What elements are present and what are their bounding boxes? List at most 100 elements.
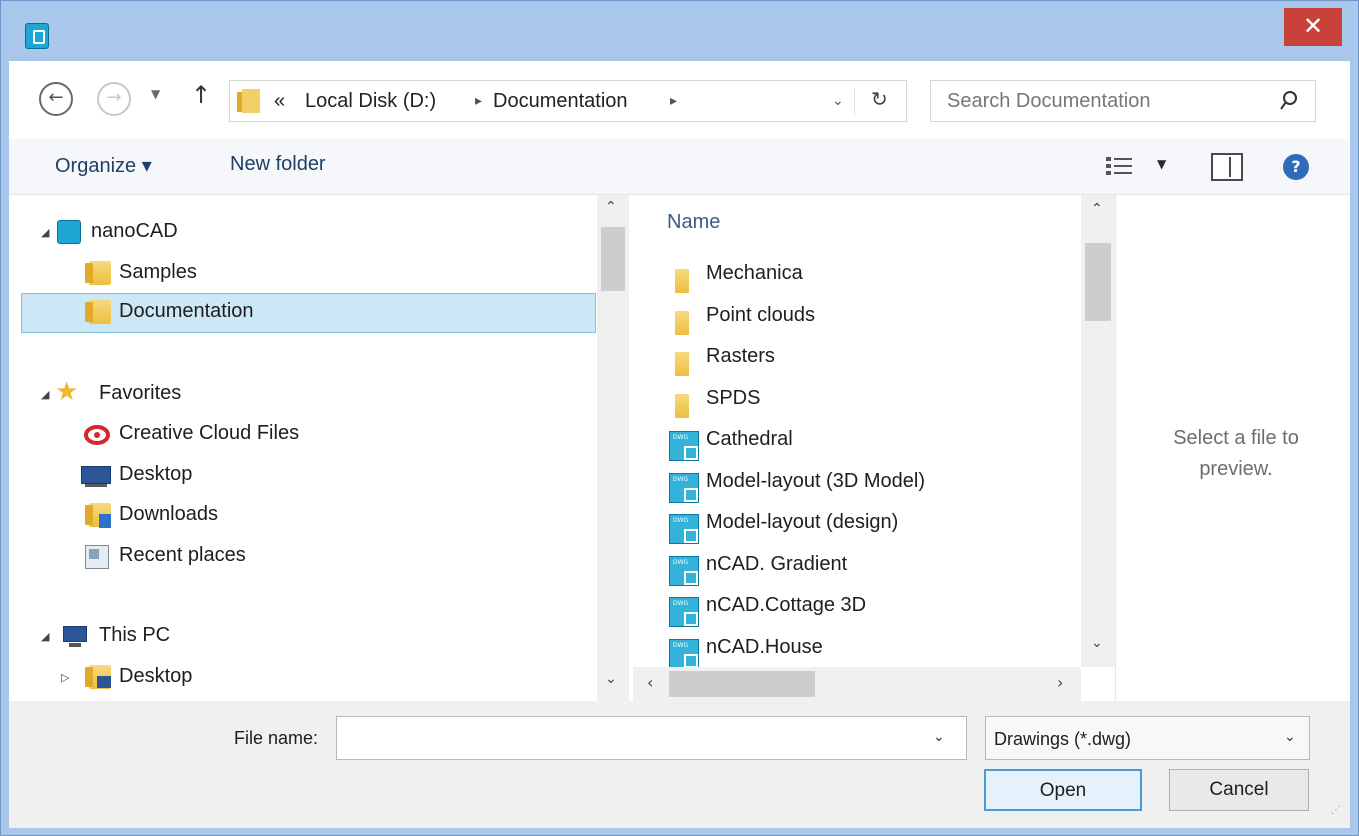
dwg-file-icon xyxy=(665,469,699,503)
tree-label: Downloads xyxy=(119,503,218,525)
tree-label: Desktop xyxy=(119,463,193,485)
file-name: Point clouds xyxy=(706,304,815,326)
tree-item-creative-cloud-files[interactable]: Creative Cloud Files xyxy=(9,415,587,455)
list-item[interactable]: Point clouds xyxy=(663,297,1063,337)
file-name: Cathedral xyxy=(706,428,793,450)
tree-item-this-pc[interactable]: ◢ This PC xyxy=(9,617,587,657)
file-name: Model-layout (design) xyxy=(706,511,899,533)
open-file-dialog: ✕ ← → ▼ ↑ « Local Disk (D:) ▸ Documentat… xyxy=(0,0,1359,836)
divider xyxy=(854,87,855,115)
dwg-file-icon xyxy=(665,510,699,544)
list-item[interactable]: Mechanica xyxy=(663,255,1063,295)
desktop-icon xyxy=(83,664,111,690)
chevron-right-icon[interactable]: ▸ xyxy=(475,93,482,109)
open-button[interactable]: Open xyxy=(984,769,1142,811)
tree-item-documentation[interactable]: Documentation xyxy=(21,293,596,333)
list-item[interactable]: nCAD.Cottage 3D xyxy=(663,587,1063,627)
scroll-right-icon[interactable]: › xyxy=(1057,673,1063,692)
nanocad-app-icon xyxy=(25,23,49,49)
file-type-value: Drawings (*.dwg) xyxy=(994,729,1132,749)
preview-pane-icon[interactable] xyxy=(1211,153,1243,181)
computer-icon xyxy=(59,623,87,649)
recent-locations-dropdown[interactable]: ▼ xyxy=(151,87,160,101)
tree-item-nanocad[interactable]: ◢ nanoCAD xyxy=(9,213,587,253)
scrollbar-thumb[interactable] xyxy=(1085,243,1111,321)
tree-item-samples[interactable]: Samples xyxy=(9,254,587,294)
chevron-down-icon[interactable]: ⌄ xyxy=(933,729,945,745)
file-name: Mechanica xyxy=(706,262,803,284)
scroll-left-icon[interactable]: ‹ xyxy=(647,673,653,692)
forward-button[interactable]: → xyxy=(97,82,131,116)
scroll-down-icon[interactable]: ⌄ xyxy=(1091,635,1103,651)
cancel-button[interactable]: Cancel xyxy=(1169,769,1309,811)
file-name-field[interactable]: ⌄ xyxy=(336,716,967,760)
search-input[interactable]: Search Documentation xyxy=(930,80,1316,122)
tree-label: This PC xyxy=(99,624,171,646)
tree-label: Recent places xyxy=(119,544,246,566)
file-list-vertical-scrollbar[interactable]: ⌃ ⌄ xyxy=(1081,195,1115,667)
address-bar[interactable]: « Local Disk (D:) ▸ Documentation ▸ ⌄ ↻ xyxy=(229,80,907,122)
list-item[interactable]: Model-layout (3D Model) xyxy=(663,463,1063,503)
chevron-right-icon[interactable]: ▸ xyxy=(670,93,677,109)
help-icon[interactable]: ? xyxy=(1283,154,1309,180)
navigation-pane-scrollbar[interactable]: ⌃ ⌄ xyxy=(597,195,629,701)
expand-arrow-icon[interactable]: ◢ xyxy=(41,388,49,401)
tree-label: Favorites xyxy=(99,382,182,404)
list-item[interactable]: SPDS xyxy=(663,380,1063,420)
refresh-icon[interactable]: ↻ xyxy=(871,87,888,111)
tree-label: nanoCAD xyxy=(91,220,178,242)
list-item[interactable]: Cathedral xyxy=(663,421,1063,461)
file-list: Name Mechanica Point clouds Rasters SPDS… xyxy=(633,195,1081,701)
address-segment-documentation[interactable]: Documentation xyxy=(493,90,628,113)
organize-menu[interactable]: Organize ▾ xyxy=(55,153,152,178)
address-prefix[interactable]: « xyxy=(274,90,285,113)
column-header-name[interactable]: Name xyxy=(667,211,720,234)
file-name: Rasters xyxy=(706,345,775,367)
tree-item-recent-places[interactable]: Recent places xyxy=(9,537,587,577)
desktop-icon xyxy=(81,462,111,488)
list-item[interactable]: Rasters xyxy=(663,338,1063,378)
list-item[interactable]: Model-layout (design) xyxy=(663,504,1063,544)
preview-message: Select a file to preview. xyxy=(1173,427,1299,480)
scroll-up-icon[interactable]: ⌃ xyxy=(1091,201,1103,217)
new-folder-button[interactable]: New folder xyxy=(230,153,326,176)
scrollbar-thumb[interactable] xyxy=(601,227,625,291)
dialog-footer: File name: ⌄ Drawings (*.dwg) ⌄ Open Can… xyxy=(9,701,1350,828)
scroll-down-icon[interactable]: ⌄ xyxy=(605,671,617,687)
tree-item-favorites[interactable]: ◢ ★ Favorites xyxy=(9,375,587,415)
search-icon[interactable] xyxy=(1279,90,1299,112)
scrollbar-thumb[interactable] xyxy=(669,671,815,697)
back-button[interactable]: ← xyxy=(39,82,73,116)
file-name: nCAD.Cottage 3D xyxy=(706,594,867,616)
nanocad-icon xyxy=(55,219,83,245)
address-segment-local-disk[interactable]: Local Disk (D:) xyxy=(305,90,436,113)
file-name: nCAD. Gradient xyxy=(706,553,848,575)
chevron-down-icon[interactable]: ⌄ xyxy=(1284,729,1296,745)
dialog-client: ← → ▼ ↑ « Local Disk (D:) ▸ Documentatio… xyxy=(9,61,1350,828)
tree-item-downloads[interactable]: Downloads xyxy=(9,496,587,536)
list-item[interactable]: nCAD.House xyxy=(663,629,1063,669)
file-list-horizontal-scrollbar[interactable]: ‹ › xyxy=(633,667,1081,701)
up-button[interactable]: ↑ xyxy=(191,81,211,109)
chevron-down-icon[interactable]: ⌄ xyxy=(832,93,844,109)
views-dropdown[interactable]: ▼ xyxy=(1157,157,1166,171)
folder-icon xyxy=(237,89,260,113)
close-button[interactable]: ✕ xyxy=(1284,8,1342,46)
folder-icon xyxy=(665,344,693,376)
folder-icon xyxy=(665,386,693,418)
downloads-icon xyxy=(83,502,111,528)
tree-item-desktop-pc[interactable]: ▷ Desktop xyxy=(9,658,587,698)
resize-grip-icon[interactable]: ⋰ xyxy=(1331,805,1341,816)
views-icon[interactable] xyxy=(1105,155,1135,177)
expand-arrow-icon[interactable]: ◢ xyxy=(41,226,49,239)
list-item[interactable]: nCAD. Gradient xyxy=(663,546,1063,586)
dwg-file-icon xyxy=(665,427,699,461)
folder-icon xyxy=(665,303,693,335)
scroll-up-icon[interactable]: ⌃ xyxy=(605,199,617,215)
expand-arrow-icon[interactable]: ◢ xyxy=(41,630,49,643)
tree-label: Creative Cloud Files xyxy=(119,422,300,444)
file-type-select[interactable]: Drawings (*.dwg) ⌄ xyxy=(985,716,1310,760)
tree-item-desktop-favorite[interactable]: Desktop xyxy=(9,456,587,496)
expand-arrow-icon[interactable]: ▷ xyxy=(61,671,69,684)
file-name-label: File name: xyxy=(234,728,319,748)
